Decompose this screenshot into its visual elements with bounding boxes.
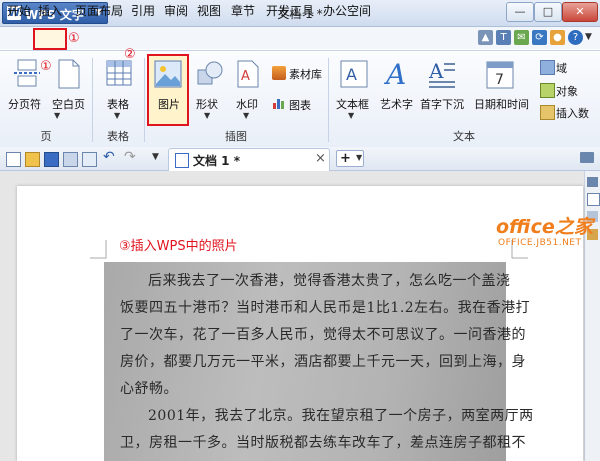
textbox-icon: A xyxy=(340,60,368,88)
chart-icon xyxy=(273,99,284,109)
drop-cap-icon: A xyxy=(428,60,455,88)
blank-page-icon xyxy=(58,59,80,89)
wordart-button[interactable]: 艺术字 xyxy=(380,96,413,112)
sync-icon[interactable]: ⟳ xyxy=(532,30,547,45)
chart-button[interactable]: 图表 xyxy=(289,97,311,113)
document-tab-title: 文档 1 * xyxy=(193,154,240,168)
calendar-icon: 7 xyxy=(486,61,514,89)
open-folder-icon[interactable] xyxy=(25,152,40,167)
help-icon[interactable]: ? xyxy=(568,30,583,45)
office-home-url: OFFICE.JB51.NET xyxy=(498,238,582,248)
group-table-label: 表格 xyxy=(107,130,129,143)
wordart-icon: A xyxy=(384,58,406,90)
field-icon xyxy=(540,60,555,75)
watermark-icon: A xyxy=(237,60,259,88)
table-button[interactable]: 表格 xyxy=(107,96,129,112)
mail-icon[interactable]: ✉ xyxy=(514,30,529,45)
group-text-label: 文本 xyxy=(453,130,475,143)
save-icon[interactable] xyxy=(44,152,59,167)
field-button[interactable]: 域 xyxy=(556,60,567,76)
svg-text:A: A xyxy=(384,58,406,90)
tab-office-space[interactable]: 办公空间 xyxy=(323,3,371,19)
margin-corner-mark xyxy=(90,240,107,259)
group-illustration-label: 插图 xyxy=(225,130,247,143)
drop-cap-button[interactable]: 首字下沉 xyxy=(420,96,464,112)
svg-text:A: A xyxy=(241,69,250,84)
insert-tab-highlight xyxy=(33,28,67,50)
inserted-photo[interactable]: 后来我去了一次香港，觉得香港太贵了，怎么吃一个盖浇 饭要四五十港币？当时港币和人… xyxy=(104,262,533,461)
print-icon[interactable] xyxy=(63,152,78,167)
new-file-icon[interactable] xyxy=(6,152,21,167)
photo-text-line: 卫，房租一千多。当时版税都去练车改车了，差点连房子都租不 xyxy=(120,435,526,451)
annotation-step3: ③插入WPS中的照片 xyxy=(119,239,238,254)
page-break-icon xyxy=(14,59,40,87)
shirt-icon[interactable]: T xyxy=(496,30,511,45)
restore-icon[interactable] xyxy=(587,177,598,187)
user-icon[interactable]: ● xyxy=(550,30,565,45)
datetime-button[interactable]: 日期和时间 xyxy=(474,96,529,112)
tab-insert[interactable]: 插入 xyxy=(38,3,62,19)
insert-number-button[interactable]: 插入数 xyxy=(556,105,589,121)
office-home-logo: office之家 xyxy=(496,216,593,238)
shapes-button[interactable]: 形状 xyxy=(196,96,218,112)
tab-page-layout[interactable]: 页面布局 xyxy=(75,3,123,19)
shapes-icon xyxy=(197,61,223,85)
close-button[interactable]: ✕ xyxy=(562,2,598,22)
svg-text:A: A xyxy=(428,60,444,83)
group-page-label: 页 xyxy=(40,130,52,143)
object-button[interactable]: 对象 xyxy=(556,83,578,99)
minimize-button[interactable]: — xyxy=(506,2,534,22)
tab-references[interactable]: 引用 xyxy=(131,3,155,19)
tab-developer[interactable]: 开发工具 xyxy=(266,3,314,19)
annotation-step1: ① xyxy=(68,31,80,46)
close-tab-button[interactable]: × xyxy=(315,151,326,166)
watermark-button[interactable]: 水印 xyxy=(236,96,258,112)
tab-review[interactable]: 审阅 xyxy=(164,3,188,19)
textbox-button[interactable]: 文本框 xyxy=(336,96,369,112)
document-tab[interactable]: 文档 1 * × xyxy=(168,148,330,171)
undo-icon[interactable]: ↶ xyxy=(103,149,115,165)
zoom-icon[interactable] xyxy=(587,193,600,206)
insert-number-icon xyxy=(540,105,555,120)
blank-page-button[interactable]: 空白页 xyxy=(52,96,85,112)
redo-icon[interactable]: ↷ xyxy=(124,149,136,165)
photo-text-line: 了一次车，花了一百多人民币，觉得太不可思议了。一问香港的 xyxy=(120,327,526,343)
chevron-up-icon[interactable]: ▲ xyxy=(478,30,493,45)
photo-text-line: 饭要四五十港币？当时港币和人民币是1比1.2左右。我在香港打 xyxy=(120,300,531,316)
photo-text-line: 心舒畅。 xyxy=(120,381,178,397)
photo-text-line: 2001年，我去了北京。我在望京租了一个房子，两室两厅两 xyxy=(148,408,534,424)
customize-toolbar-icon[interactable]: ▼ xyxy=(152,152,159,162)
print-preview-icon[interactable] xyxy=(82,152,97,167)
chevron-down-icon[interactable]: ▼ xyxy=(114,111,120,120)
chevron-down-icon[interactable]: ▼ xyxy=(585,32,592,42)
material-library-button[interactable]: 素材库 xyxy=(289,66,322,82)
table-icon xyxy=(106,60,132,86)
maximize-button[interactable]: □ xyxy=(534,2,562,22)
svg-text:A: A xyxy=(346,65,357,84)
photo-text-line: 房价，都要几万元一平米，酒店都要上千元一天，回到上海，身 xyxy=(120,354,526,370)
chevron-down-icon[interactable]: ▼ xyxy=(204,111,210,120)
chevron-down-icon[interactable]: ▼ xyxy=(54,111,60,120)
object-icon xyxy=(540,83,555,98)
svg-text:7: 7 xyxy=(495,72,504,88)
chevron-down-icon[interactable]: ▼ xyxy=(243,111,249,120)
tab-view[interactable]: 视图 xyxy=(197,3,221,19)
page-break-button[interactable]: 分页符 xyxy=(8,96,41,112)
picture-icon xyxy=(154,60,182,88)
panel-toggle-icon[interactable] xyxy=(580,152,594,163)
chevron-down-icon[interactable]: ▼ xyxy=(348,111,354,120)
tab-chapter[interactable]: 章节 xyxy=(231,3,255,19)
chevron-down-icon[interactable]: ▼ xyxy=(356,153,362,162)
picture-button[interactable]: 图片 xyxy=(158,96,180,112)
photo-text-line: 后来我去了一次香港，觉得香港太贵了，怎么吃一个盖浇 xyxy=(148,273,511,289)
material-library-icon xyxy=(272,66,286,80)
tab-home[interactable]: 开始 xyxy=(7,3,31,19)
document-icon xyxy=(175,153,189,168)
